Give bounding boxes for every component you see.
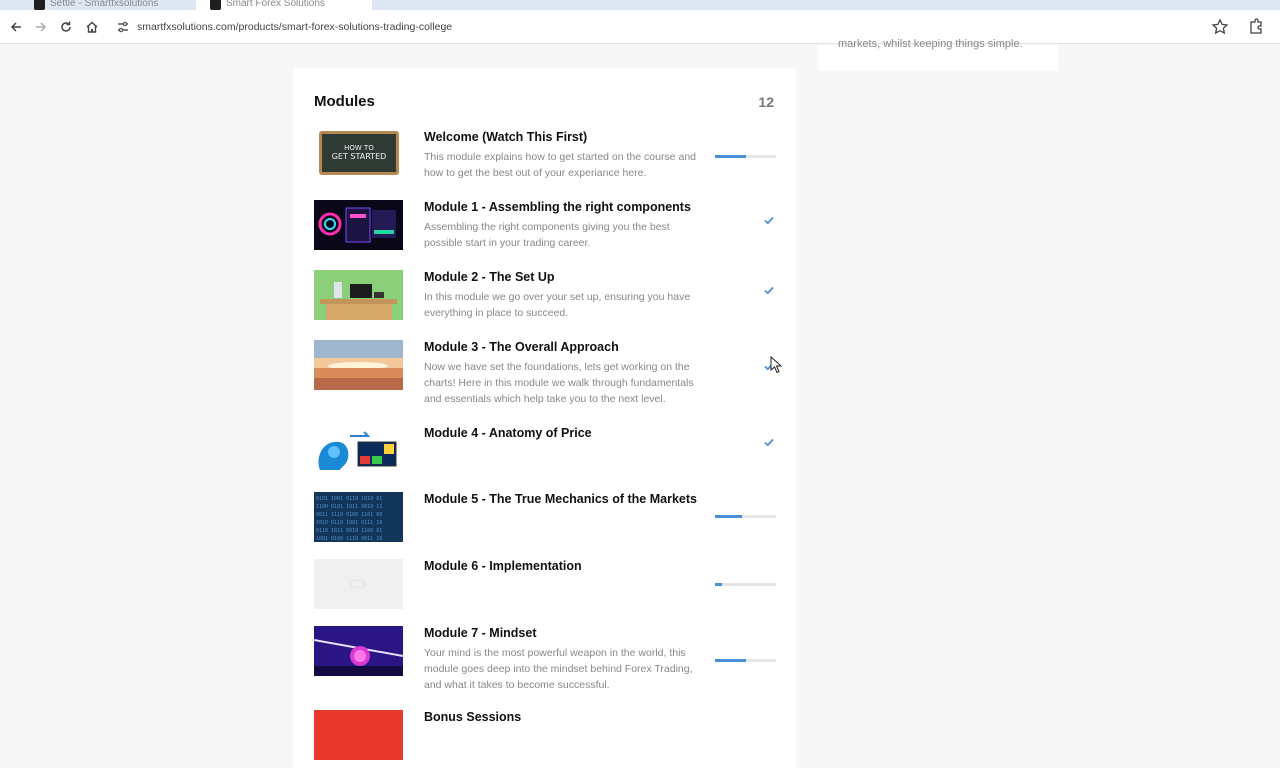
module-title[interactable]: Module 1 - Assembling the right componen… — [424, 200, 691, 214]
module-progress-fill — [715, 515, 743, 518]
gaming-pc-image — [314, 200, 403, 250]
module-progress-fill — [715, 659, 746, 662]
module-item[interactable]: Module 3 - The Overall Approach Now we h… — [314, 340, 784, 410]
tab-favicon — [210, 0, 221, 10]
purple-brain-image — [314, 626, 403, 676]
module-thumbnail — [314, 426, 403, 476]
tab-title: Settle - Smartfxsolutions — [50, 0, 159, 9]
module-description: Now we have set the foundations, lets ge… — [424, 361, 694, 405]
module-item[interactable]: Module 4 - Anatomy of Price — [314, 426, 784, 478]
svg-text:0011 1110 0100 1101 00: 0011 1110 0100 1101 00 — [316, 512, 382, 518]
chalkboard-image: HOW TO GET STARTED — [314, 130, 403, 180]
module-description: This module explains how to get started … — [424, 151, 696, 179]
module-description: Assembling the right components giving y… — [424, 221, 670, 249]
svg-text:GET STARTED: GET STARTED — [332, 152, 387, 161]
placeholder-image — [314, 559, 403, 609]
module-progress-bar — [715, 155, 776, 158]
module-thumbnail: HOW TO GET STARTED — [314, 130, 403, 180]
reload-icon — [61, 21, 71, 32]
check-icon — [764, 438, 774, 447]
browser-tab-1[interactable]: Settle - Smartfxsolutions — [20, 0, 196, 10]
reload-button[interactable] — [55, 16, 77, 38]
mouse-cursor-icon — [770, 356, 782, 374]
module-item[interactable]: Module 2 - The Set Up In this module we … — [314, 270, 784, 325]
check-icon — [764, 286, 774, 295]
module-item[interactable]: Bonus Sessions — [314, 710, 784, 760]
module-progress-bar — [715, 583, 776, 586]
module-thumbnail — [314, 200, 403, 250]
module-title[interactable]: Module 6 - Implementation — [424, 559, 582, 573]
arrow-left-icon — [10, 22, 21, 32]
svg-text:1100 0101 1011 0010 11: 1100 0101 1011 0010 11 — [316, 504, 382, 510]
desk-setup-image — [314, 270, 403, 320]
modules-title: Modules — [314, 93, 375, 110]
tab-title: Smart Forex Solutions — [226, 0, 325, 9]
module-item[interactable]: 0101 1001 0110 1010 01 1100 0101 1011 00… — [314, 492, 784, 544]
browser-tab-2[interactable]: Smart Forex Solutions — [196, 0, 372, 10]
module-thumbnail — [314, 559, 403, 609]
modules-header: Modules 12 — [314, 93, 774, 113]
module-progress-fill — [715, 583, 723, 586]
svg-text:HOW TO: HOW TO — [344, 144, 374, 152]
address-bar[interactable]: smartfxsolutions.com/products/smart-fore… — [106, 14, 1236, 40]
module-description: Your mind is the most powerful weapon in… — [424, 647, 693, 691]
tab-strip: Settle - Smartfxsolutions Smart Forex So… — [0, 0, 1280, 10]
svg-text:0101 1001 0110 1010 01: 0101 1001 0110 1010 01 — [316, 496, 382, 502]
module-title[interactable]: Module 5 - The True Mechanics of the Mar… — [424, 492, 697, 506]
forward-button[interactable] — [30, 16, 52, 38]
bookmark-star-icon[interactable] — [1210, 17, 1230, 37]
back-button[interactable] — [5, 16, 27, 38]
module-item[interactable]: Module 1 - Assembling the right componen… — [314, 200, 784, 255]
module-thumbnail — [314, 626, 403, 676]
svg-text:1001 0100 1110 0011 10: 1001 0100 1110 0011 10 — [316, 536, 382, 542]
module-progress-bar — [715, 659, 776, 662]
module-thumbnail: 0101 1001 0110 1010 01 1100 0101 1011 00… — [314, 492, 403, 542]
sunset-clouds-image — [314, 340, 403, 390]
modules-count: 12 — [758, 94, 774, 110]
tab-favicon — [34, 0, 45, 10]
module-thumbnail — [314, 270, 403, 320]
module-progress-fill — [715, 155, 746, 158]
svg-text:1010 0110 1001 0111 10: 1010 0110 1001 0111 10 — [316, 520, 382, 526]
extensions-icon[interactable] — [1246, 17, 1266, 37]
brain-chart-image — [314, 426, 403, 476]
sidebar-card: markets, whilst keeping things simple. — [818, 38, 1058, 71]
home-icon — [86, 21, 98, 33]
url-text: smartfxsolutions.com/products/smart-fore… — [137, 21, 453, 33]
module-thumbnail — [314, 710, 403, 760]
module-title[interactable]: Module 7 - Mindset — [424, 626, 537, 640]
module-title[interactable]: Module 4 - Anatomy of Price — [424, 426, 592, 440]
site-settings-icon[interactable] — [116, 20, 130, 34]
modules-card: Modules 12 HOW TO GET STARTED Welcome (W… — [293, 68, 796, 768]
module-title[interactable]: Module 2 - The Set Up — [424, 270, 555, 284]
binary-code-image: 0101 1001 0110 1010 01 1100 0101 1011 00… — [314, 492, 403, 542]
svg-text:0110 1011 0010 1100 01: 0110 1011 0010 1100 01 — [316, 528, 382, 534]
red-banner-image — [314, 710, 403, 760]
module-title[interactable]: Welcome (Watch This First) — [424, 130, 587, 144]
module-item[interactable]: HOW TO GET STARTED Welcome (Watch This F… — [314, 130, 784, 185]
module-description: In this module we go over your set up, e… — [424, 291, 691, 319]
arrow-right-icon — [36, 22, 47, 32]
module-item[interactable]: Module 6 - Implementation — [314, 559, 784, 611]
module-progress-bar — [715, 515, 776, 518]
page-content: markets, whilst keeping things simple. M… — [0, 38, 1280, 768]
module-thumbnail — [314, 340, 403, 390]
module-title[interactable]: Bonus Sessions — [424, 710, 521, 724]
browser-toolbar: smartfxsolutions.com/products/smart-fore… — [0, 10, 1280, 44]
home-button[interactable] — [81, 16, 103, 38]
sidebar-card-text: markets, whilst keeping things simple. — [838, 38, 1023, 50]
check-icon — [764, 216, 774, 225]
module-title[interactable]: Module 3 - The Overall Approach — [424, 340, 619, 354]
module-item[interactable]: Module 7 - Mindset Your mind is the most… — [314, 626, 784, 692]
